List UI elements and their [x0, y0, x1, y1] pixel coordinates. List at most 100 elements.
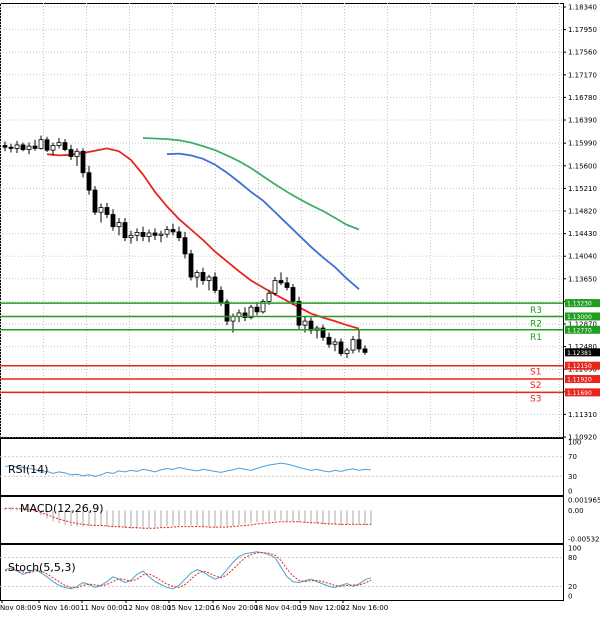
rsi-axis-tick-label: 100 — [568, 439, 581, 447]
candle-body — [20, 144, 26, 150]
candle-body — [194, 272, 200, 278]
candle-body — [134, 232, 140, 236]
level-price-label-s1: 1.12150 — [567, 363, 592, 370]
candle-body — [98, 207, 104, 213]
price-candle — [260, 299, 266, 314]
level-price-label-s3: 1.11690 — [567, 390, 592, 397]
level-name-s3: S3 — [530, 394, 541, 404]
macd-axis-tick-label: 0.001965 — [568, 497, 600, 505]
level-price-label-r1: 1.12770 — [567, 327, 592, 334]
candle-body — [56, 142, 62, 146]
price-axis-tick-label: 1.15990 — [568, 140, 597, 148]
candle-body — [110, 214, 116, 228]
time-axis-label: 15 Nov 12:00 — [167, 604, 214, 612]
price-candle — [296, 296, 302, 330]
candle-body — [188, 253, 194, 278]
time-axis-label: 19 Nov 12:00 — [298, 604, 345, 612]
candle-body — [272, 280, 278, 294]
candle-body — [8, 146, 14, 149]
price-candle — [290, 284, 296, 305]
price-candle — [188, 249, 194, 281]
candle-body — [218, 289, 224, 303]
candle-body — [350, 339, 356, 351]
time-axis-label: 18 Nov 04:00 — [254, 604, 301, 612]
candle-body — [332, 341, 338, 345]
current-price-label: 1.12381 — [567, 350, 592, 357]
candle-body — [224, 301, 230, 322]
price-axis-tick-label: 1.17170 — [568, 71, 597, 79]
stoch-axis-tick-label: 20 — [568, 583, 577, 591]
price-axis-tick-label: 1.14040 — [568, 253, 597, 261]
candle-body — [284, 282, 290, 288]
candle-body — [266, 292, 272, 302]
candle-body — [278, 280, 284, 284]
rsi-axis-tick-label: 0 — [568, 488, 572, 496]
price-panel-frame — [0, 3, 564, 438]
candle-body — [92, 189, 98, 213]
level-price-label-r3: 1.13230 — [567, 301, 592, 308]
price-axis-tick-label: 1.17560 — [568, 49, 597, 57]
candle-body — [182, 237, 188, 255]
candle-body — [128, 234, 134, 239]
price-candle — [92, 186, 98, 216]
candle-body — [146, 232, 152, 237]
candle-body — [80, 150, 86, 174]
time-axis-label: 16 Nov 20:00 — [211, 604, 258, 612]
candle-body — [38, 139, 44, 149]
candle-body — [362, 348, 368, 353]
candle-body — [32, 145, 38, 149]
candle-body — [176, 231, 182, 239]
time-axis-label: 22 Nov 16:00 — [341, 604, 388, 612]
candle-body — [86, 172, 92, 191]
forex-chart: 1.18340 1.17950 1.17560 1.17170 1.16780 1.163… — [0, 0, 600, 619]
stoch-axis-tick-label: 100 — [568, 545, 581, 553]
candle-body — [50, 145, 56, 151]
stoch-title: Stoch(5,5,3) — [8, 561, 76, 574]
price-axis-tick-label: 1.14430 — [568, 230, 597, 238]
macd-title: MACD(12,26,9) — [20, 502, 104, 515]
candle-body — [122, 222, 128, 239]
candle-body — [212, 276, 218, 291]
time-axis-label: 12 Nov 08:00 — [124, 604, 171, 612]
stoch-panel-frame — [0, 544, 564, 601]
price-axis-tick-label: 1.18340 — [568, 4, 597, 12]
price-axis-tick-label: 1.15210 — [568, 185, 597, 193]
price-axis-tick-label: 1.15600 — [568, 162, 597, 170]
candle-body — [74, 150, 80, 157]
candle-body — [104, 207, 110, 215]
price-candle — [80, 148, 86, 178]
rsi-title: RSI(14) — [8, 463, 48, 476]
candle-body — [62, 142, 68, 150]
candle-body — [2, 145, 8, 148]
candle-body — [296, 300, 302, 326]
candle-body — [254, 306, 260, 313]
candle-body — [26, 145, 32, 150]
price-axis-tick-label: 1.16390 — [568, 117, 597, 125]
candle-body — [68, 149, 74, 157]
candle-body — [308, 320, 314, 331]
candle-body — [164, 229, 170, 235]
rsi-axis-tick-label: 30 — [568, 473, 577, 481]
candle-body — [290, 287, 296, 302]
candle-body — [326, 336, 332, 345]
price-axis-tick-label: 1.16780 — [568, 94, 597, 102]
macd-axis-tick-label: 0.00 — [568, 507, 584, 515]
level-name-s1: S1 — [530, 368, 541, 378]
candle-body — [302, 320, 308, 326]
candle-body — [344, 349, 350, 354]
candle-body — [338, 341, 344, 354]
time-axis-label: Nov 08:00 — [0, 604, 36, 612]
level-name-r3: R3 — [530, 306, 542, 316]
level-name-s2: S2 — [530, 381, 541, 391]
stoch-axis-tick-label: 80 — [568, 554, 577, 562]
candle-body — [206, 276, 212, 281]
candle-body — [170, 229, 176, 233]
rsi-panel-frame — [0, 438, 564, 496]
chart-canvas: 1.18340 1.17950 1.17560 1.17170 1.16780 1.163… — [0, 3, 600, 612]
rsi-axis-tick-label: 70 — [568, 453, 577, 461]
level-price-label-r2: 1.13000 — [567, 314, 592, 321]
price-axis-tick-label: 1.11310 — [568, 411, 597, 419]
candle-body — [140, 232, 146, 237]
level-name-r1: R1 — [530, 333, 542, 343]
time-axis-label: 9 Nov 16:00 — [37, 604, 80, 612]
